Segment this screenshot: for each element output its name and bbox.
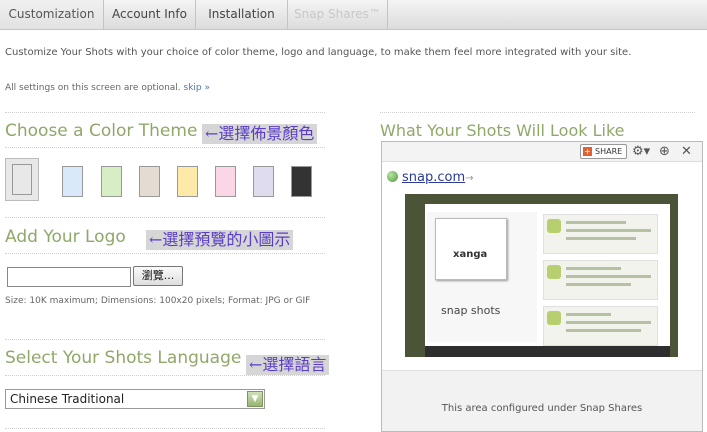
thumbnail-logo: snap shots	[441, 304, 501, 317]
color-swatch[interactable]	[253, 166, 274, 197]
preview-toolbar: + SHARE ⚙▾ ⊕ ✕	[382, 142, 702, 162]
thumbnail-xanga-text: xanga	[453, 249, 488, 260]
tab-bar: Customization Account Info Installation …	[0, 0, 707, 30]
color-swatch[interactable]	[215, 166, 236, 197]
divider	[380, 112, 695, 113]
language-select-value: Chinese Traditional	[10, 392, 125, 406]
tab-account-info[interactable]: Account Info	[104, 0, 196, 30]
thumbnail-panel	[543, 260, 658, 300]
thumbnail-line	[566, 329, 641, 332]
bulb-icon	[547, 265, 561, 279]
share-button[interactable]: + SHARE	[580, 144, 627, 159]
skip-link[interactable]: skip »	[184, 83, 210, 93]
thumbnail-line	[566, 221, 626, 224]
thumbnail-line	[566, 237, 636, 240]
thumbnail-popup-card: xanga	[435, 218, 507, 280]
preview-link[interactable]: snap.com→	[387, 170, 474, 185]
color-theme-annotation: ←選擇佈景顏色	[202, 124, 318, 144]
browse-button[interactable]: 瀏覽...	[133, 266, 183, 286]
thumbnail-line	[566, 321, 651, 324]
color-swatch[interactable]	[12, 164, 32, 195]
divider	[5, 112, 325, 113]
color-swatch[interactable]	[177, 166, 198, 197]
language-heading: Select Your Shots Language	[5, 348, 242, 368]
divider	[5, 428, 325, 429]
preview-heading: What Your Shots Will Look Like	[380, 121, 625, 140]
logo-size-note: Size: 10K maximum; Dimensions: 100x20 pi…	[5, 296, 311, 306]
optional-note: All settings on this screen are optional…	[5, 83, 210, 93]
gear-icon[interactable]: ⚙▾	[632, 144, 650, 159]
preview-box: + SHARE ⚙▾ ⊕ ✕ snap.com→ xanga snap shot…	[381, 141, 703, 432]
tab-customization[interactable]: Customization	[0, 0, 104, 30]
bulb-icon	[547, 311, 561, 325]
thumbnail-panel	[543, 306, 658, 346]
divider	[5, 253, 325, 254]
thumbnail-line	[566, 275, 651, 278]
preview-thumbnail: xanga snap shots	[405, 194, 678, 357]
thumbnail-page: xanga snap shots	[425, 204, 670, 352]
close-icon[interactable]: ✕	[681, 144, 692, 159]
tab-installation[interactable]: Installation	[196, 0, 288, 30]
color-swatch[interactable]	[139, 166, 160, 197]
logo-annotation: ←選擇預覽的小圖示	[146, 230, 294, 250]
tab-bar-fill	[388, 0, 707, 30]
arrow-icon: →	[465, 173, 474, 184]
logo-heading: Add Your Logo	[5, 227, 126, 247]
thumbnail-panel	[543, 214, 658, 254]
color-theme-heading: Choose a Color Theme	[5, 121, 198, 141]
color-swatch[interactable]	[291, 166, 312, 197]
intro-text: Customize Your Shots with your choice of…	[5, 47, 632, 58]
color-swatch[interactable]	[62, 166, 83, 197]
thumbnail-line	[566, 283, 631, 286]
language-select[interactable]: Chinese Traditional ▼	[5, 389, 265, 409]
color-swatch[interactable]	[101, 166, 122, 197]
chevron-down-icon[interactable]: ▼	[247, 391, 263, 407]
thumbnail-line	[566, 229, 651, 232]
thumbnail-line	[566, 313, 611, 316]
logo-file-input[interactable]	[7, 267, 131, 287]
preview-note: This area configured under Snap Shares	[382, 370, 702, 431]
optional-note-text: All settings on this screen are optional…	[5, 83, 181, 93]
divider	[5, 147, 325, 148]
tab-snap-shares: Snap Shares™	[288, 0, 388, 30]
thumbnail-left-column: xanga snap shots	[427, 212, 537, 342]
plus-icon: +	[583, 147, 592, 156]
share-label: SHARE	[595, 147, 623, 156]
bulb-icon	[547, 219, 561, 233]
zoom-icon[interactable]: ⊕	[659, 144, 670, 159]
divider	[5, 375, 325, 376]
divider	[5, 339, 325, 340]
preview-link-text: snap.com	[402, 170, 466, 185]
divider	[5, 217, 325, 218]
thumbnail-footer	[425, 346, 670, 357]
thumbnail-line	[566, 267, 621, 270]
language-annotation: ←選擇語言	[246, 355, 330, 375]
globe-icon	[387, 171, 398, 182]
